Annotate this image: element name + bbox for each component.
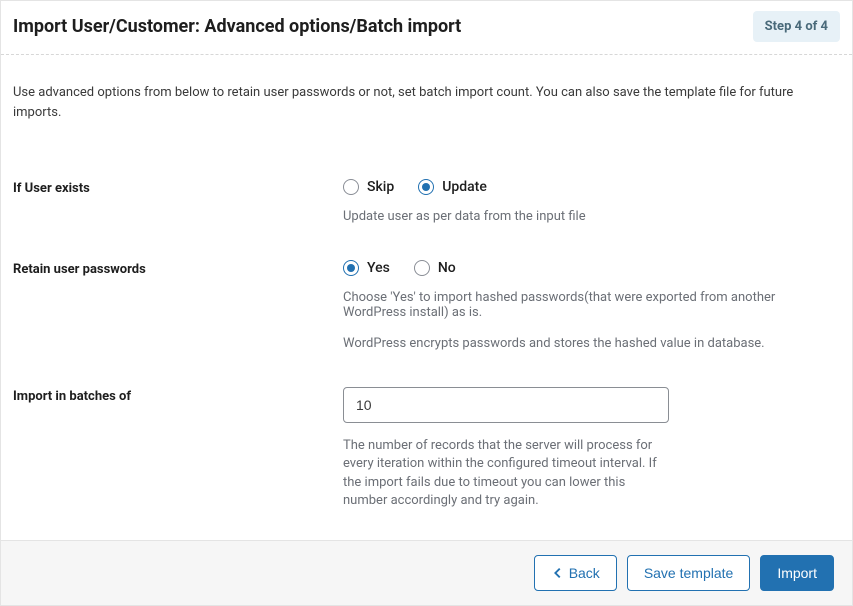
import-step-panel: Import User/Customer: Advanced options/B… <box>0 0 853 606</box>
row-user-exists: If User exists Skip Update Update user a… <box>13 143 840 224</box>
intro-text: Use advanced options from below to retai… <box>1 55 852 123</box>
radio-label: Update <box>442 179 487 195</box>
chevron-left-icon <box>551 566 565 580</box>
radio-label: Skip <box>367 179 394 195</box>
ctrl-user-exists: Skip Update Update user as per data from… <box>343 179 838 224</box>
ctrl-retain-passwords: Yes No Choose 'Yes' to import hashed pas… <box>343 260 838 351</box>
radio-retain-no[interactable]: No <box>414 260 456 276</box>
help-retain-1: Choose 'Yes' to import hashed passwords(… <box>343 290 838 320</box>
import-button[interactable]: Import <box>760 555 834 591</box>
form-body: If User exists Skip Update Update user a… <box>1 123 852 540</box>
footer-actions: Back Save template Import <box>1 540 852 605</box>
radio-user-exists-skip[interactable]: Skip <box>343 179 394 195</box>
step-badge: Step 4 of 4 <box>753 11 840 42</box>
back-button[interactable]: Back <box>534 555 617 591</box>
radio-label: Yes <box>367 260 390 276</box>
radio-user-exists-update[interactable]: Update <box>418 179 487 195</box>
save-template-button[interactable]: Save template <box>627 555 751 591</box>
radio-icon <box>343 179 359 195</box>
back-label: Back <box>569 565 600 581</box>
row-retain-passwords: Retain user passwords Yes No Choose 'Yes… <box>13 224 840 351</box>
page-title: Import User/Customer: Advanced options/B… <box>13 16 461 37</box>
panel-header: Import User/Customer: Advanced options/B… <box>1 1 852 55</box>
help-batch: The number of records that the server wi… <box>343 437 669 510</box>
user-exists-radios: Skip Update <box>343 179 838 195</box>
radio-retain-yes[interactable]: Yes <box>343 260 390 276</box>
help-user-exists: Update user as per data from the input f… <box>343 209 838 224</box>
radio-label: No <box>438 260 456 276</box>
row-batch: Import in batches of The number of recor… <box>13 351 840 510</box>
ctrl-batch: The number of records that the server wi… <box>343 387 838 510</box>
label-retain-passwords: Retain user passwords <box>13 260 343 351</box>
label-user-exists: If User exists <box>13 179 343 224</box>
label-batch: Import in batches of <box>13 387 343 510</box>
help-retain-2: WordPress encrypts passwords and stores … <box>343 336 838 351</box>
batch-size-input[interactable] <box>343 387 669 423</box>
radio-icon <box>343 260 359 276</box>
radio-icon <box>418 179 434 195</box>
retain-passwords-radios: Yes No <box>343 260 838 276</box>
radio-icon <box>414 260 430 276</box>
